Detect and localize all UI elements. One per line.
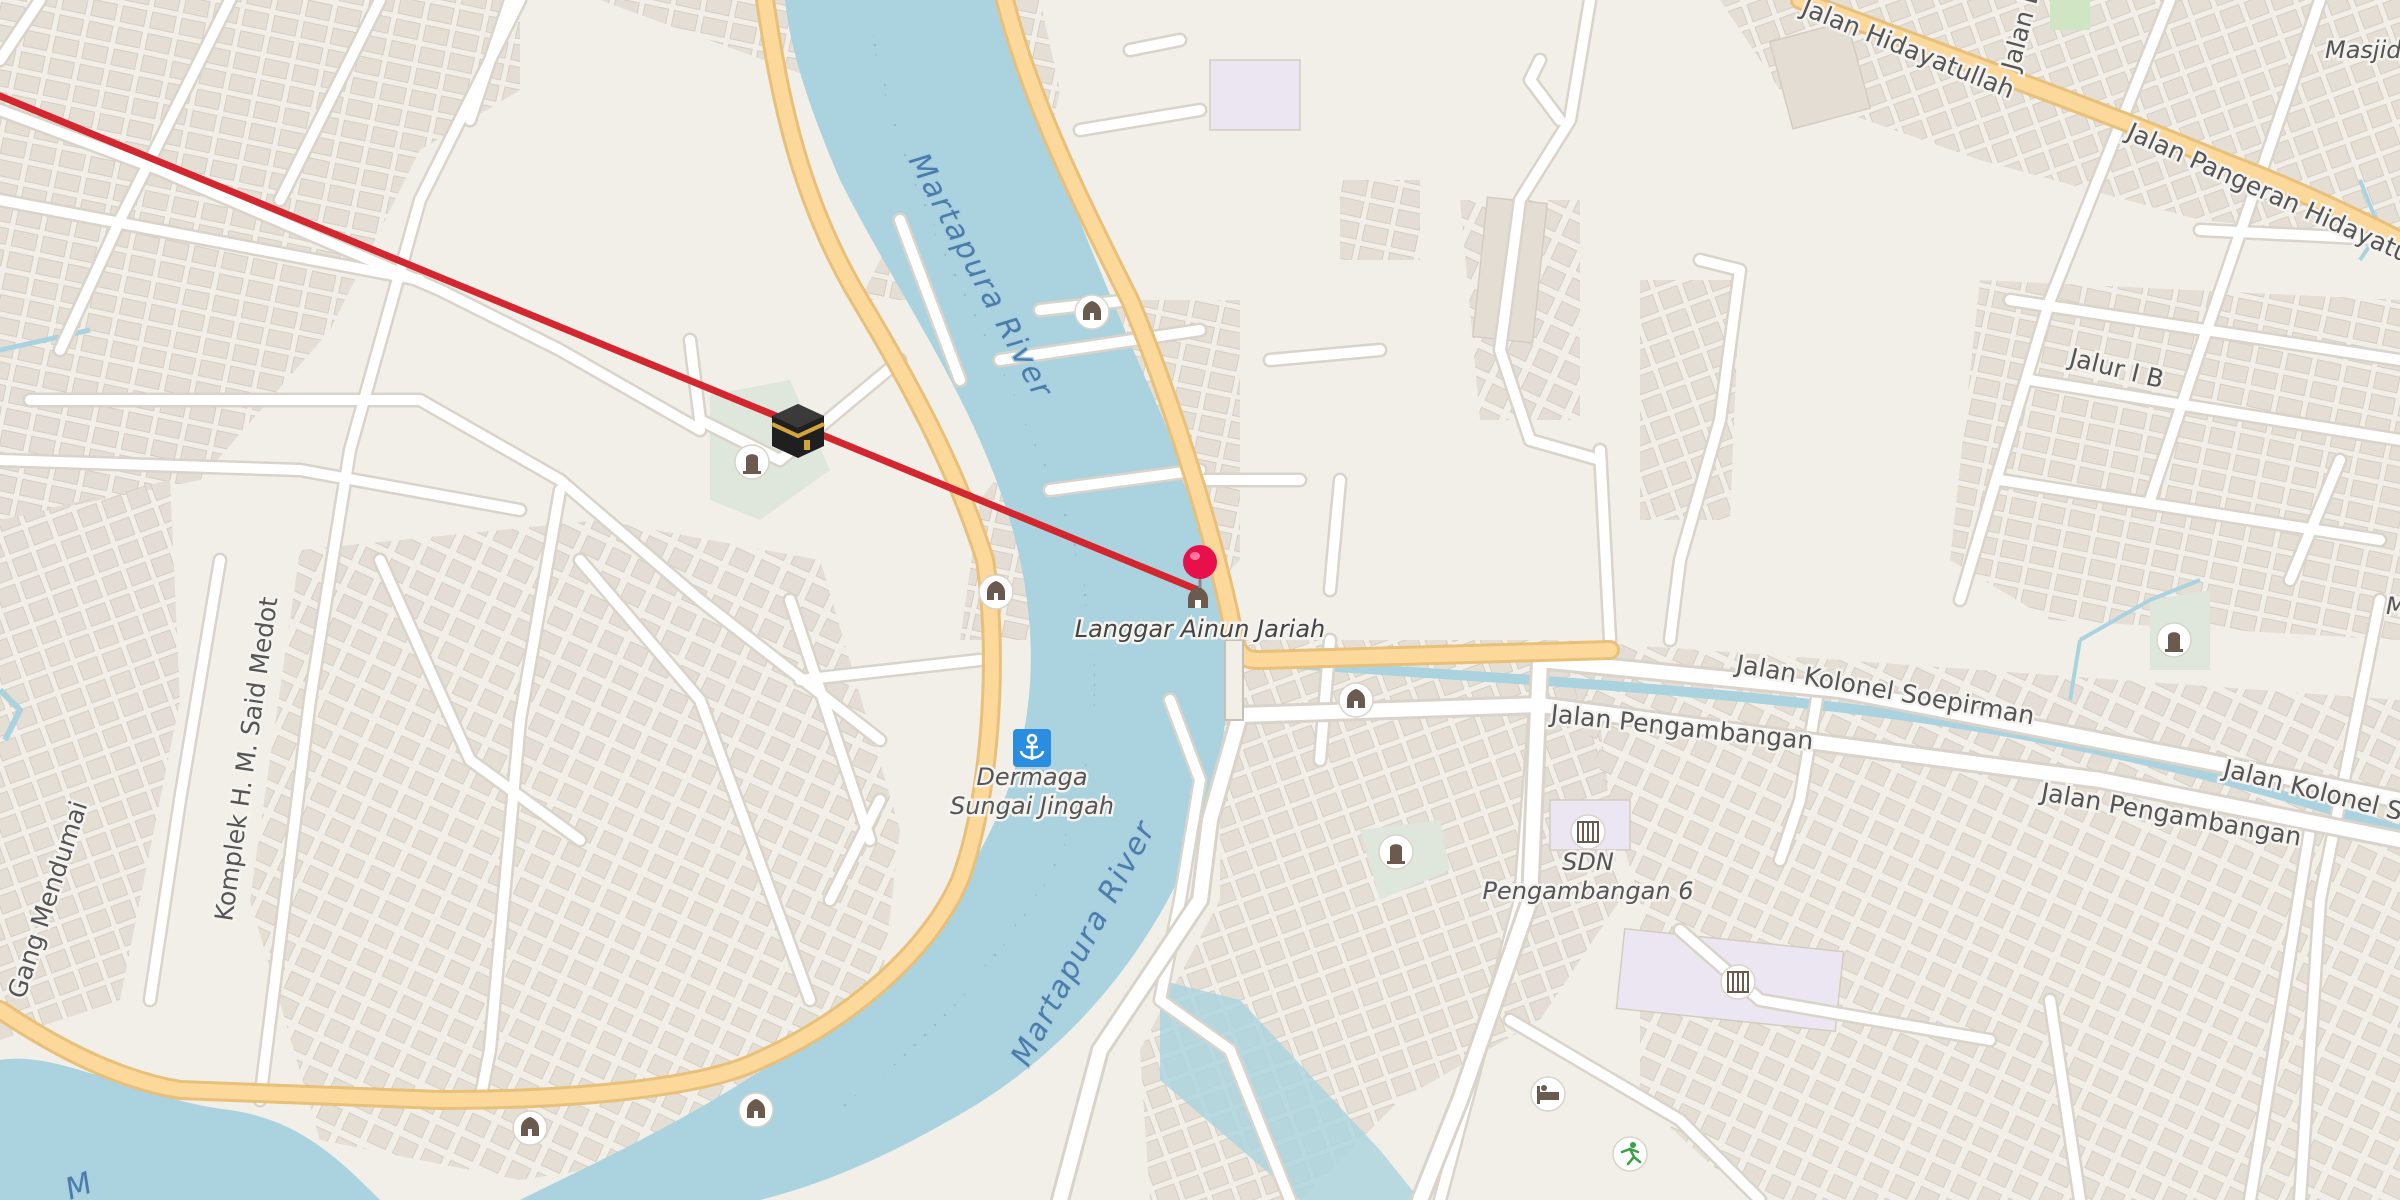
mosque-icon[interactable] bbox=[738, 1092, 774, 1128]
map-canvas[interactable]: Jalan Hidayatullah Jalan Pangeran Hidaya… bbox=[0, 0, 2400, 1200]
bridge bbox=[1224, 639, 1244, 721]
poi-label-langgar[interactable]: Langgar Ainun Jariah bbox=[1072, 613, 1328, 646]
cemetery-icon[interactable] bbox=[1378, 834, 1414, 870]
anchor-icon[interactable] bbox=[1013, 729, 1051, 767]
poi-label-sdn-line2[interactable]: Pengambangan 6 bbox=[1480, 875, 1696, 908]
bed-icon[interactable] bbox=[1530, 1076, 1566, 1112]
poi-label-sdn-line1[interactable]: SDN bbox=[1560, 846, 1617, 879]
poi-label-dermaga-line1[interactable]: Dermaga bbox=[974, 761, 1090, 794]
school-icon[interactable] bbox=[1720, 964, 1756, 1000]
mosque-icon[interactable] bbox=[512, 1110, 548, 1146]
poi-label-edge-m: M bbox=[2386, 592, 2400, 620]
poi-label-masjid: Masjid bbox=[2325, 36, 2400, 64]
poi-label-dermaga-line2[interactable]: Sungai Jingah bbox=[947, 790, 1116, 823]
mosque-icon[interactable] bbox=[1074, 294, 1110, 330]
cemetery-icon[interactable] bbox=[2156, 622, 2192, 658]
school-icon[interactable] bbox=[1570, 814, 1606, 850]
cemetery-icon[interactable] bbox=[734, 444, 770, 480]
mosque-icon[interactable] bbox=[1338, 682, 1374, 718]
running-icon[interactable] bbox=[1612, 1136, 1648, 1172]
mosque-icon[interactable] bbox=[978, 574, 1014, 610]
